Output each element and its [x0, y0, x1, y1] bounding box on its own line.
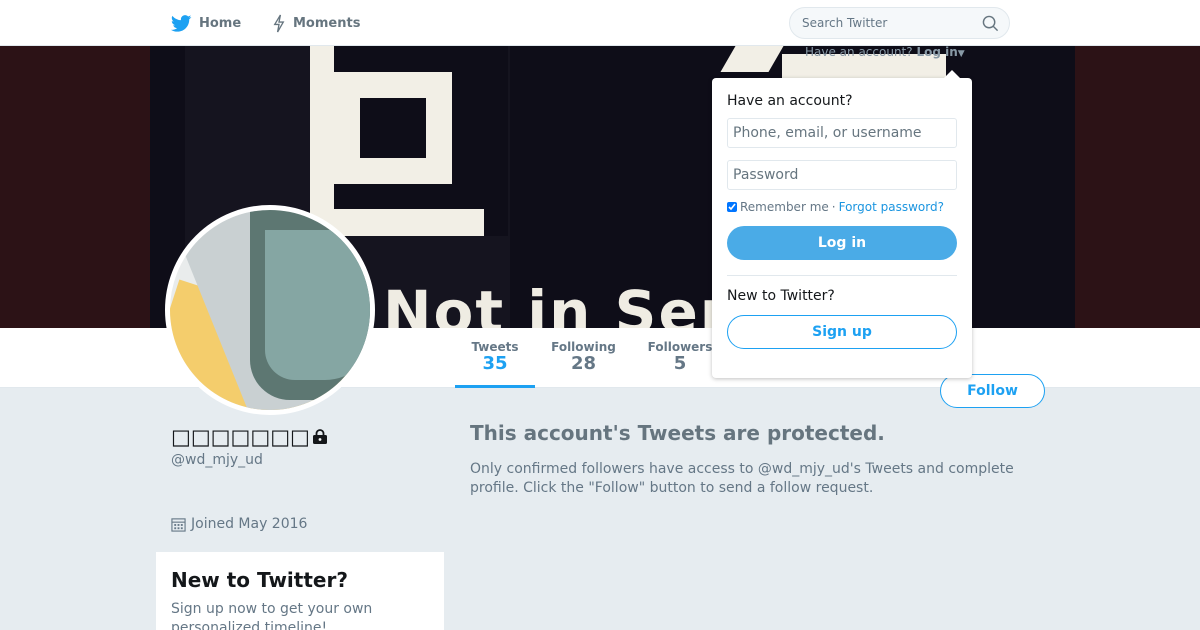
remember-row: Remember me · Forgot password?	[727, 200, 957, 214]
profile-joined: Joined May 2016	[171, 516, 307, 532]
forgot-password-link[interactable]: Forgot password?	[839, 200, 944, 214]
profile-handle[interactable]: @wd_mjy_ud	[171, 452, 263, 468]
dropdown-divider	[727, 275, 957, 276]
login-dropdown: Have an account? Remember me · Forgot pa…	[712, 78, 972, 378]
avatar-photo-glass	[265, 230, 370, 380]
remember-me-label[interactable]: Remember me	[740, 200, 829, 214]
lightning-icon	[273, 14, 285, 32]
banner-right-panel	[1075, 46, 1200, 328]
profile-name: □□□□□□□	[171, 425, 328, 449]
search-icon[interactable]	[982, 15, 999, 32]
banner-sign-bar	[484, 46, 508, 236]
active-tab-indicator	[455, 385, 535, 388]
stat-followers-value: 5	[673, 353, 687, 374]
stat-tweets-label: Tweets	[471, 340, 519, 354]
banner-sign-text: Not in Ser	[383, 278, 731, 328]
protected-text: Only confirmed followers have access to …	[470, 461, 1014, 496]
stat-followers[interactable]: Followers 5	[647, 340, 713, 374]
top-navigation-bar: Home Moments	[0, 0, 1200, 46]
password-field[interactable]	[727, 160, 957, 190]
nav-moments-link[interactable]: Moments	[272, 0, 360, 46]
separator-dot: ·	[831, 200, 836, 214]
stat-tweets[interactable]: Tweets 35	[470, 340, 520, 374]
calendar-icon	[171, 517, 186, 532]
login-hint-link[interactable]: Log in	[916, 45, 957, 59]
stat-following[interactable]: Following 28	[550, 340, 617, 374]
signup-card-title: New to Twitter?	[171, 568, 348, 592]
protected-title: This account's Tweets are protected.	[470, 421, 885, 445]
search-box	[789, 7, 1010, 39]
remember-me-checkbox[interactable]	[727, 202, 737, 212]
profile-display-name: □□□□□□□	[171, 425, 310, 449]
nav-home-label: Home	[199, 15, 242, 31]
stat-followers-label: Followers	[647, 340, 713, 354]
profile-avatar[interactable]	[165, 205, 375, 415]
caret-down-icon: ▼	[957, 49, 965, 59]
login-hint[interactable]: Have an account? Log in▼	[805, 45, 965, 59]
login-dropdown-heading: Have an account?	[727, 93, 853, 109]
stat-tweets-value: 35	[482, 353, 508, 374]
stat-following-label: Following	[551, 340, 616, 354]
twitter-bird-icon	[171, 14, 192, 32]
banner-sign-square-inner	[360, 98, 426, 158]
stat-following-value: 28	[570, 353, 597, 374]
signup-button[interactable]: Sign up	[727, 315, 957, 349]
dropdown-caret	[943, 70, 961, 79]
new-to-twitter-heading: New to Twitter?	[727, 288, 835, 304]
login-button[interactable]: Log in	[727, 226, 957, 260]
signup-card-text: Sign up now to get your own personalized…	[171, 601, 373, 630]
banner-left-panel	[0, 46, 150, 328]
login-hint-prefix: Have an account?	[805, 45, 913, 59]
follow-button[interactable]: Follow	[940, 374, 1045, 408]
username-field[interactable]	[727, 118, 957, 148]
nav-moments-label: Moments	[293, 15, 361, 31]
profile-joined-text: Joined May 2016	[191, 516, 308, 532]
lock-icon	[312, 429, 327, 444]
nav-home-link[interactable]: Home	[171, 0, 241, 46]
search-input[interactable]	[802, 16, 982, 30]
signup-card: New to Twitter? Sign up now to get your …	[156, 552, 444, 630]
